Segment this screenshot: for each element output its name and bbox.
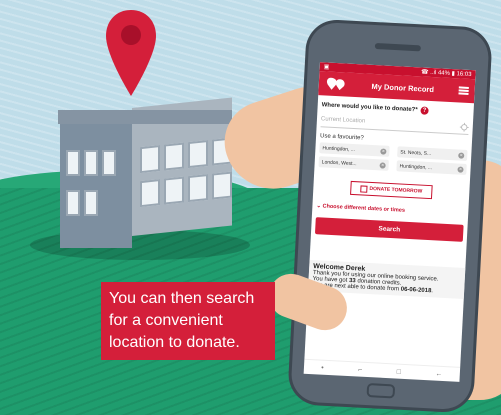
favourite-chip-label: Huntingdon, ... — [399, 162, 433, 171]
location-input-placeholder: Current Location — [320, 116, 366, 125]
map-pin-icon — [106, 10, 156, 96]
favourite-chip[interactable]: Huntingdon, ... × — [396, 160, 467, 175]
different-dates-label: Choose different dates or times — [322, 203, 406, 214]
android-nav-bar: • ⌐ □ ← — [303, 358, 461, 382]
help-icon[interactable]: ? — [420, 106, 429, 115]
different-dates-link[interactable]: ⌄ Choose different dates or times — [312, 193, 469, 217]
favourite-chip[interactable]: St. Neots, S... × — [397, 146, 468, 161]
phone-home-button — [366, 383, 396, 399]
phone-screen: ▣ ☎ ..il 44% ▮ 16:03 My Donor Record Whe… — [303, 62, 476, 382]
favourite-chip-label: St. Neots, S... — [400, 148, 432, 157]
building-window — [140, 179, 160, 208]
back-icon[interactable]: ← — [435, 370, 442, 377]
smartphone: ▣ ☎ ..il 44% ▮ 16:03 My Donor Record Whe… — [290, 21, 490, 411]
building-window — [212, 171, 232, 200]
menu-icon[interactable] — [458, 86, 469, 95]
building-window — [140, 145, 160, 174]
recent-apps-icon[interactable]: ⌐ — [358, 366, 362, 373]
search-button[interactable]: Search — [314, 217, 464, 242]
caption-box: You can then search for a convenient loc… — [101, 282, 275, 360]
building-window — [164, 176, 184, 205]
dot-icon: • — [321, 364, 324, 372]
chevron-down-icon: ⌄ — [316, 203, 322, 210]
blood-donation-building — [58, 97, 232, 248]
home-icon[interactable]: □ — [397, 368, 402, 375]
close-icon[interactable]: × — [380, 147, 387, 155]
building-window — [84, 190, 98, 216]
building-window — [84, 150, 98, 176]
phone-speaker — [374, 42, 421, 52]
location-target-icon[interactable] — [459, 122, 469, 132]
favourite-chip[interactable]: Huntingdon, ... × — [319, 142, 390, 157]
building-front — [60, 120, 132, 248]
building-roof — [58, 110, 232, 124]
favourite-chip-label: Huntingdon, ... — [322, 144, 356, 153]
close-icon[interactable]: × — [457, 165, 464, 173]
logo-icon — [326, 77, 345, 91]
caption-line-1: You can then search — [109, 290, 255, 307]
building-window — [66, 190, 80, 216]
app-title: My Donor Record — [371, 81, 435, 94]
close-icon[interactable]: × — [379, 161, 386, 169]
caption-line-3: location to donate. — [109, 334, 240, 351]
donate-tomorrow-label: DONATE TOMORROW — [369, 185, 423, 195]
building-window — [102, 150, 116, 176]
building-window — [188, 174, 208, 203]
status-bar-left: ▣ — [323, 64, 330, 71]
close-icon[interactable]: × — [458, 151, 465, 159]
building-window — [66, 150, 80, 176]
favourite-chip-label: London, West... — [321, 158, 357, 167]
next-donation-date: 06-06-2018 — [400, 286, 432, 295]
illustration-scene: ▣ ☎ ..il 44% ▮ 16:03 My Donor Record Whe… — [0, 0, 501, 415]
location-question-label: Where would you like to donate?* — [321, 102, 418, 114]
building-window — [188, 140, 208, 169]
welcome-line-3-suffix: . — [431, 288, 434, 295]
caption-line-2: for a convenient — [109, 312, 223, 329]
checkbox-icon[interactable] — [360, 184, 368, 193]
favourite-chip[interactable]: London, West... × — [318, 156, 389, 171]
building-window — [164, 142, 184, 171]
